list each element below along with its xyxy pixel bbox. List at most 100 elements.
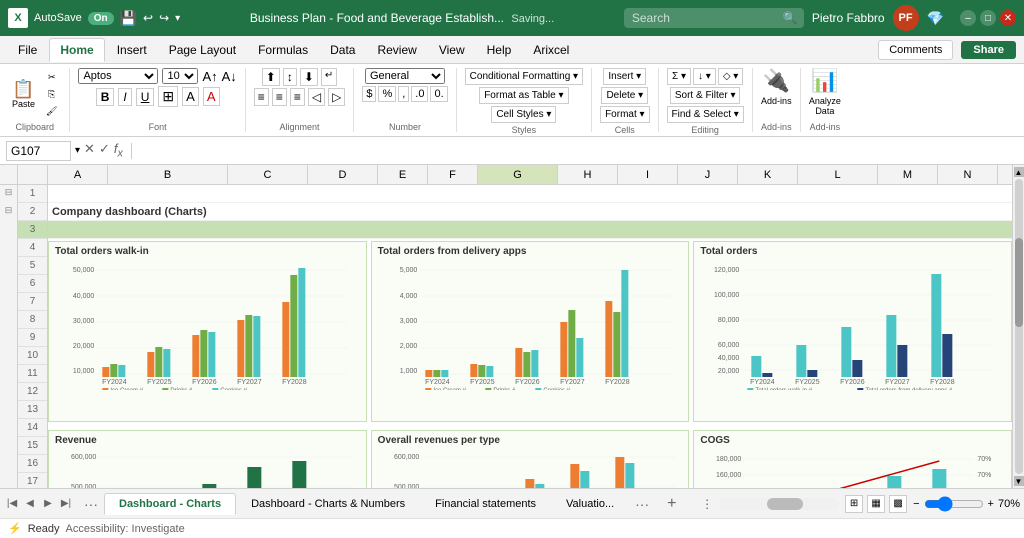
paste-button[interactable]: 📋 Paste	[8, 78, 39, 111]
col-header-f[interactable]: F	[428, 165, 478, 184]
close-button[interactable]: ✕	[1000, 10, 1016, 26]
font-family-select[interactable]: Aptos	[78, 68, 158, 84]
row-num-12[interactable]: 12	[18, 383, 47, 401]
copy-button[interactable]: ⎘	[42, 87, 61, 102]
row-num-7[interactable]: 7	[18, 293, 47, 311]
font-size-select[interactable]: 10	[162, 68, 198, 84]
row-num-10[interactable]: 10	[18, 347, 47, 365]
number-format-select[interactable]: General	[365, 68, 445, 84]
align-bottom-button[interactable]: ⬇	[300, 68, 318, 86]
conditional-formatting-button[interactable]: Conditional Formatting ▾	[465, 68, 583, 85]
increase-font-button[interactable]: A↑	[202, 69, 217, 84]
col-header-m[interactable]: M	[878, 165, 938, 184]
accessibility-button[interactable]: Accessibility: Investigate	[66, 523, 185, 535]
italic-button[interactable]: I	[118, 88, 131, 106]
sort-filter-button[interactable]: Sort & Filter ▾	[670, 87, 741, 104]
sheet-tab-financial-statements[interactable]: Financial statements	[420, 493, 551, 515]
chart-revenue-type[interactable]: Overall revenues per type 600,000 500,00…	[371, 430, 690, 488]
cancel-formula-button[interactable]: ✕	[84, 141, 95, 160]
tab-nav-prev[interactable]: ◀	[22, 496, 38, 512]
chart-cogs[interactable]: COGS 180,000 160,000 140,000 120,000 70%…	[693, 430, 1012, 488]
cell-ref-dropdown[interactable]: ▾	[75, 145, 80, 156]
bold-button[interactable]: B	[96, 88, 115, 106]
col-header-d[interactable]: D	[308, 165, 378, 184]
tab-arixcel[interactable]: Arixcel	[523, 39, 579, 61]
addins-label-btn[interactable]: Add-ins	[761, 96, 792, 106]
diamond-icon[interactable]: 💎	[927, 10, 944, 27]
row-num-6[interactable]: 6	[18, 275, 47, 293]
decrease-font-button[interactable]: A↓	[222, 69, 237, 84]
user-avatar[interactable]: PF	[893, 5, 919, 31]
sheet-tab-valuation[interactable]: Valuatio...	[551, 493, 629, 515]
col-header-e[interactable]: E	[378, 165, 428, 184]
tab-help[interactable]: Help	[477, 39, 522, 61]
save-icon[interactable]: 💾	[120, 10, 137, 27]
align-top-button[interactable]: ⬆	[262, 68, 280, 86]
indent-decrease-button[interactable]: ◁	[308, 88, 325, 106]
underline-button[interactable]: U	[136, 88, 155, 106]
normal-view-button[interactable]: ⊞	[845, 495, 863, 513]
confirm-formula-button[interactable]: ✓	[99, 141, 110, 160]
row-num-5[interactable]: 5	[18, 257, 47, 275]
find-select-button[interactable]: Find & Select ▾	[667, 106, 744, 123]
cell-reference-input[interactable]: G107	[6, 141, 71, 161]
format-painter-button[interactable]: 🖌	[42, 104, 61, 119]
row-num-13[interactable]: 13	[18, 401, 47, 419]
add-sheet-button[interactable]: +	[659, 493, 684, 515]
tab-nav-first[interactable]: |◀	[4, 496, 20, 512]
col-header-k[interactable]: K	[738, 165, 798, 184]
align-middle-button[interactable]: ↕	[283, 68, 297, 86]
row-num-15[interactable]: 15	[18, 437, 47, 455]
col-header-j[interactable]: J	[678, 165, 738, 184]
font-color-button[interactable]: A	[203, 87, 220, 106]
clear-button[interactable]: ◇ ▾	[718, 68, 744, 85]
indent-increase-button[interactable]: ▷	[328, 88, 345, 106]
tab-home[interactable]: Home	[49, 38, 104, 62]
formula-input[interactable]	[140, 142, 1018, 160]
row-num-4[interactable]: 4	[18, 239, 47, 257]
increase-decimal-button[interactable]: .0	[411, 86, 428, 102]
comments-button[interactable]: Comments	[878, 40, 953, 60]
chart-total-orders-walkin[interactable]: Total orders walk-in 50,000 40,000 30,00…	[48, 241, 367, 422]
cell-content-area[interactable]: Company dashboard (Charts) Total orders …	[48, 185, 1012, 488]
page-break-view-button[interactable]: ▩	[889, 495, 907, 513]
row-num-17[interactable]: 17	[18, 473, 47, 488]
insert-cells-button[interactable]: Insert ▾	[603, 68, 646, 85]
redo-icon[interactable]: ↪	[159, 11, 169, 25]
row-num-11[interactable]: 11	[18, 365, 47, 383]
col-header-n[interactable]: N	[938, 165, 998, 184]
row-num-14[interactable]: 14	[18, 419, 47, 437]
col-header-i[interactable]: I	[618, 165, 678, 184]
col-header-g[interactable]: G	[478, 165, 558, 184]
maximize-button[interactable]: □	[980, 10, 996, 26]
search-input[interactable]	[624, 8, 804, 28]
autosum-button[interactable]: Σ ▾	[667, 68, 691, 85]
scroll-thumb[interactable]	[1015, 238, 1023, 327]
row-num-9[interactable]: 9	[18, 329, 47, 347]
zoom-out-button[interactable]: −	[913, 498, 919, 510]
format-as-table-button[interactable]: Format as Table ▾	[479, 87, 568, 104]
row-num-1[interactable]: 1	[18, 185, 47, 203]
tab-view[interactable]: View	[429, 39, 475, 61]
horizontal-scrollbar[interactable]	[719, 498, 839, 510]
tab-nav-next[interactable]: ▶	[40, 496, 56, 512]
cell-styles-button[interactable]: Cell Styles ▾	[491, 106, 556, 123]
zoom-in-button[interactable]: +	[988, 498, 994, 510]
fill-button[interactable]: ↓ ▾	[693, 68, 716, 85]
row-num-8[interactable]: 8	[18, 311, 47, 329]
decrease-decimal-button[interactable]: 0.	[430, 86, 447, 102]
vertical-scrollbar[interactable]: ▲ ▼	[1012, 165, 1024, 488]
freeze-row-indicator[interactable]: ⊟	[0, 185, 17, 198]
format-cells-button[interactable]: Format ▾	[600, 106, 649, 123]
page-layout-view-button[interactable]: ▦	[867, 495, 885, 513]
tab-nav-last[interactable]: ▶|	[58, 496, 74, 512]
tab-insert[interactable]: Insert	[107, 39, 157, 61]
tab-formulas[interactable]: Formulas	[248, 39, 318, 61]
col-header-a[interactable]: A	[48, 165, 108, 184]
scroll-up-button[interactable]: ▲	[1014, 167, 1024, 177]
col-header-l[interactable]: L	[798, 165, 878, 184]
percent-button[interactable]: %	[378, 86, 396, 102]
autosave-toggle[interactable]: On	[88, 12, 114, 25]
share-button[interactable]: Share	[961, 41, 1016, 59]
wrap-text-button[interactable]: ↵	[321, 68, 337, 86]
